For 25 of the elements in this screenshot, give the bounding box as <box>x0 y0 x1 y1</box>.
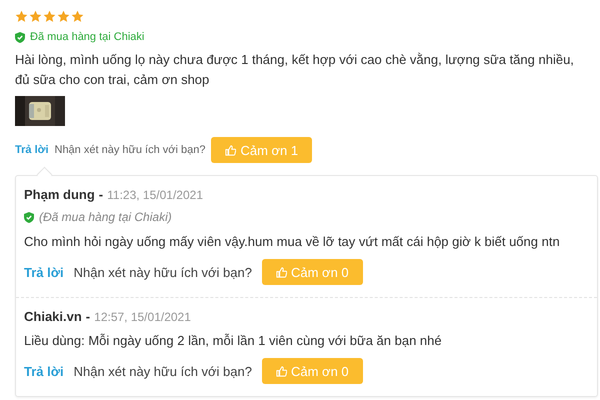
reply-text: Liều dùng: Mỗi ngày uống 2 lần, mỗi lần 1 viên cùng với bữa ăn bạn nhé <box>24 332 443 349</box>
reply-author: Phạm dung <box>24 187 95 202</box>
verified-purchase: Đã mua hàng tại Chiaki <box>30 31 144 43</box>
thanks-button[interactable]: Cảm ơn 1 <box>211 137 312 163</box>
verified-purchase: (Đã mua hàng tại Chiaki) <box>39 210 172 224</box>
verified-shield-icon <box>15 32 25 42</box>
thumbs-up-icon <box>276 266 287 278</box>
helpful-question: Nhận xét này hữu ích với bạn? <box>74 364 252 378</box>
reply-link[interactable]: Trả lời <box>24 264 64 280</box>
review-text: Hài lòng, mình uống lọ này chưa được 1 tháng, kết hợp với cao chè vằng, lượng sữa tăng nhiều, đủ sữa cho con trai, cảm ơn shop <box>15 51 575 89</box>
reply-time: 12:57, 15/01/2021 <box>94 310 191 324</box>
helpful-question: Nhận xét này hữu ích với bạn? <box>74 264 252 280</box>
verified-shield-icon <box>24 212 34 222</box>
thumbs-up-icon <box>225 144 236 156</box>
thanks-button[interactable]: Cảm ơn 0 <box>262 358 363 384</box>
separator-dash: - <box>98 187 104 202</box>
reply-link[interactable]: Trả lời <box>15 144 48 156</box>
reply-time: 11:23, 15/01/2021 <box>107 188 203 202</box>
thumbs-up-icon <box>276 366 287 376</box>
reply-author: Chiaki.vn <box>24 309 82 324</box>
reply-link[interactable]: Trả lời <box>24 364 64 378</box>
thanks-button[interactable]: Cảm ơn 0 <box>262 259 363 285</box>
separator-dash: - <box>86 309 90 324</box>
reply-text: Cho mình hỏi ngày uống mấy viên vậy.hum mua về lỡ tay vứt mất cái hộp giờ k biết uống ntn <box>24 233 561 250</box>
helpful-question: Nhận xét này hữu ích với bạn? <box>54 144 206 156</box>
